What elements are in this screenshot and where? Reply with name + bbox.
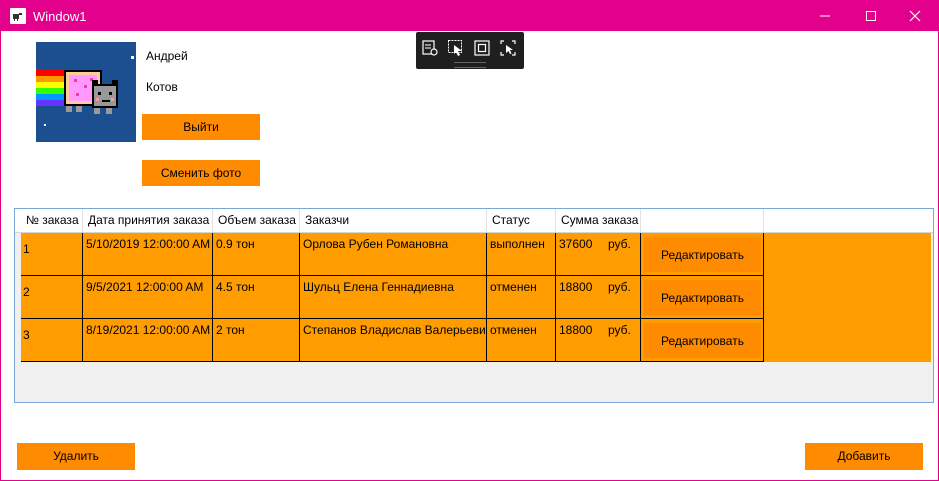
cell-order-number: 3 [21,319,83,362]
select-element-icon[interactable] [447,39,465,57]
cell-status: выполнен [487,233,556,276]
edit-button[interactable]: Редактировать [644,323,761,358]
cell-actions: Редактировать [641,319,764,362]
maximize-icon [866,11,876,21]
add-button[interactable]: Добавить [805,443,923,470]
currency-label: руб. [608,323,631,337]
cell-date: 5/10/2019 12:00:00 AM [83,233,213,276]
close-icon [909,10,921,22]
profile-photo [36,42,136,142]
column-header-volume[interactable]: Объем заказа [213,209,300,232]
cell-sum: 37600 руб. [556,233,641,276]
column-header-sum[interactable]: Сумма заказа [556,209,641,232]
minimize-icon [820,15,830,17]
cell-volume: 0.9 тон [213,233,300,276]
orders-grid[interactable]: № заказа Дата принятия заказа Объем зака… [14,208,934,403]
minimize-button[interactable] [802,1,848,31]
cell-date: 8/19/2021 12:00:00 AM [83,319,213,362]
column-header-status[interactable]: Статус [487,209,556,232]
cell-customer: Шульц Елена Геннадиевна [300,276,487,319]
change-photo-button[interactable]: Сменить фото [142,160,260,186]
column-header-date[interactable]: Дата принятия заказа [83,209,213,232]
close-button[interactable] [892,1,938,31]
cell-volume: 2 тон [213,319,300,362]
cell-sum: 18800 руб. [556,319,641,362]
column-header-customer[interactable]: Заказчи [300,209,487,232]
table-row[interactable]: 3 8/19/2021 12:00:00 AM 2 тон Степанов В… [21,319,931,362]
logout-button[interactable]: Выйти [142,114,260,140]
app-icon [10,8,26,24]
window-title: Window1 [33,9,87,24]
live-visual-tree-icon[interactable] [421,39,439,57]
sum-value: 37600 [559,237,593,251]
cell-customer: Орлова Рубен Романовна [300,233,487,276]
cell-status: отменен [487,276,556,319]
column-header-actions [641,209,764,232]
title-bar[interactable]: Window1 [1,1,938,31]
currency-label: руб. [608,280,631,294]
currency-label: руб. [608,237,631,251]
sum-value: 18800 [559,280,593,294]
cell-sum: 18800 руб. [556,276,641,319]
maximize-button[interactable] [848,1,894,31]
cell-status: отменен [487,319,556,362]
debug-toolbar [416,32,524,69]
last-name: Котов [146,80,178,94]
cell-date: 9/5/2021 12:00:00 AM [83,276,213,319]
cell-order-number: 2 [21,276,83,319]
window: Window1 Андрей Котов Выйти Сменить фото … [0,0,939,481]
table-row[interactable]: 2 9/5/2021 12:00:00 AM 4.5 тон Шульц Еле… [21,276,931,319]
cell-actions: Редактировать [641,276,764,319]
toolbar-grip[interactable] [454,62,486,68]
delete-button[interactable]: Удалить [17,443,135,470]
column-header-order-number[interactable]: № заказа [21,209,83,232]
track-focused-element-icon[interactable] [499,39,517,57]
cell-volume: 4.5 тон [213,276,300,319]
cell-actions: Редактировать [641,233,764,276]
cell-customer: Степанов Владислав Валерьевич [300,319,487,362]
edit-button[interactable]: Редактировать [644,237,761,272]
edit-button[interactable]: Редактировать [644,280,761,315]
table-row[interactable]: 1 5/10/2019 12:00:00 AM 0.9 тон Орлова Р… [21,233,931,276]
grid-header: № заказа Дата принятия заказа Объем зака… [15,209,933,233]
sum-value: 18800 [559,323,593,337]
cell-order-number: 1 [21,233,83,276]
display-layout-adorners-icon[interactable] [473,39,491,57]
first-name: Андрей [146,49,188,63]
